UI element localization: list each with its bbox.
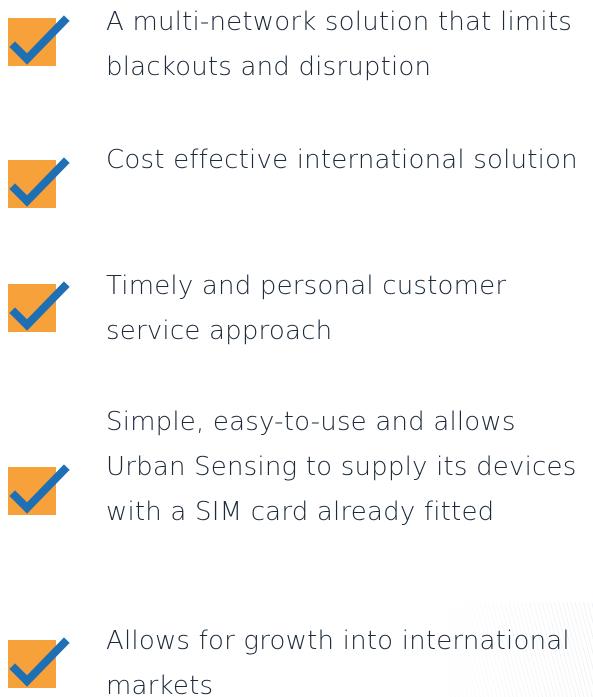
- benefit-text: A multi-network solution that limits bla…: [106, 7, 572, 82]
- benefit-text: Allows for growth into international mar…: [106, 626, 570, 697]
- checkmark-icon: [9, 15, 70, 65]
- checkmark-icon: [9, 637, 70, 687]
- check-box: [8, 15, 70, 66]
- check-box: [8, 157, 70, 208]
- checkmark-icon: [9, 157, 70, 207]
- benefit-text: Cost effective international solution: [106, 145, 578, 175]
- benefit-text: Simple, easy-to-use and allows Urban Sen…: [106, 407, 577, 527]
- check-box: [8, 464, 70, 515]
- checkmark-icon: [9, 281, 70, 331]
- check-box: [8, 637, 70, 688]
- checkmark-icon: [9, 464, 70, 514]
- check-box: [8, 281, 70, 332]
- benefit-text: Timely and personal customer service app…: [106, 271, 507, 346]
